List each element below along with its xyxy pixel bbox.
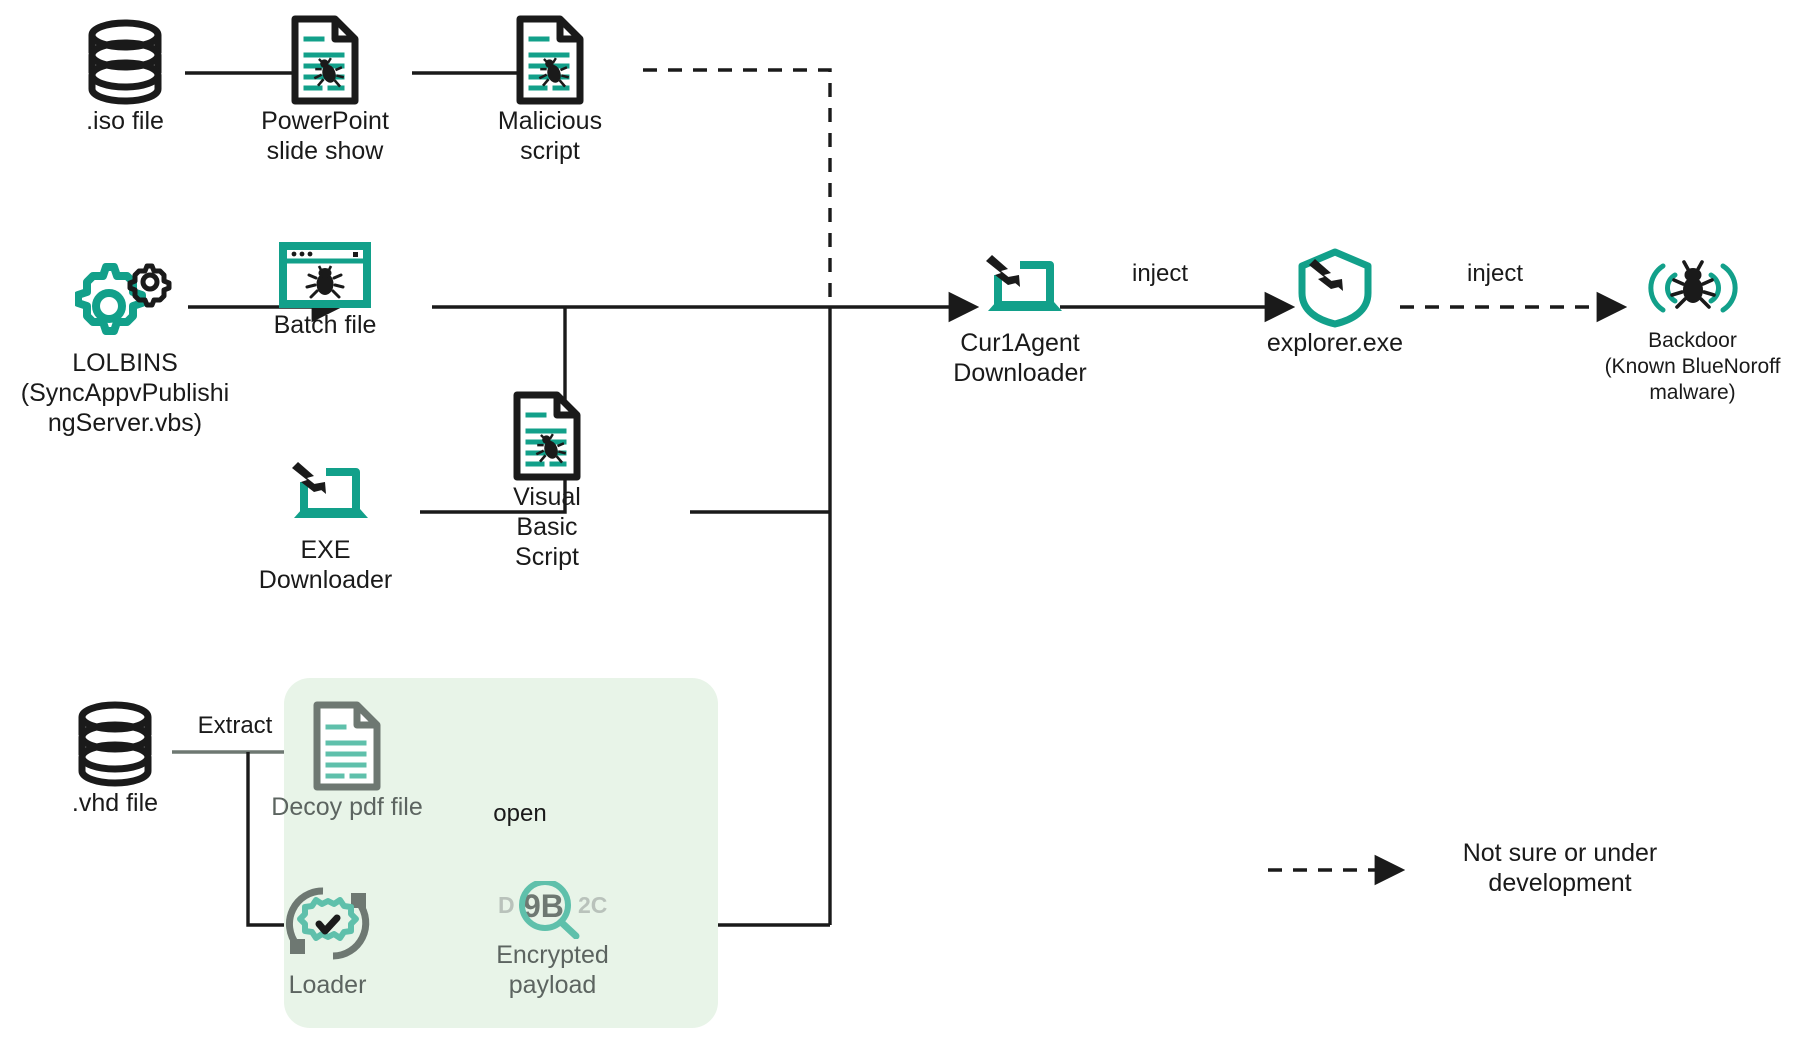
edge-label-inject-2: inject [1466,260,1524,287]
node-loader-label: Loader [288,971,367,999]
edge-label-extract: Extract [197,712,273,739]
node-vbs-label: Visual Basic Script [513,483,581,571]
node-powerpoint-label: PowerPoint slide show [261,107,389,165]
hex-magnifier-icon: D 2C 9B [480,880,625,940]
node-explorer-label: explorer.exe [1266,329,1404,357]
legend: Not sure or under development [1400,838,1720,898]
node-cur1agent: Cur1Agent Downloader [945,248,1095,388]
gears-icon [20,258,230,348]
laptop-download-icon [945,248,1095,328]
node-iso-file: .iso file [60,18,190,136]
node-exe-downloader-label: EXE Downloader [258,536,393,594]
edge-script-to-trunk-dashed [643,68,832,300]
legend-label: Not sure or under development [1462,839,1658,897]
node-encrypted-payload-label: Encrypted payload [496,941,609,999]
node-exe-downloader: EXE Downloader [258,455,393,595]
node-lolbins-label: LOLBINS (SyncAppvPublishi ngServer.vbs) [20,349,230,437]
shield-download-icon [1255,248,1415,328]
node-encrypted-payload: D 2C 9B Encrypted payload [480,880,625,1000]
node-batch-file: Batch file [260,240,390,340]
node-vhd-file: .vhd file [50,700,180,818]
node-iso-file-label: .iso file [86,107,164,135]
node-backdoor-label: Backdoor (Known BlueNoroff malware) [1604,329,1781,404]
laptop-download-icon [258,455,393,535]
document-bug-icon [260,14,390,106]
node-malicious-script: Malicious script [485,14,615,166]
node-malicious-script-label: Malicious script [497,107,603,165]
node-explorer: explorer.exe [1255,248,1415,358]
browser-bug-icon [260,240,390,310]
hex-left-text: D [498,892,515,918]
document-bug-icon [485,14,615,106]
node-powerpoint: PowerPoint slide show [260,14,390,166]
database-icon [60,18,190,106]
node-cur1agent-label: Cur1Agent Downloader [953,329,1087,387]
node-lolbins: LOLBINS (SyncAppvPublishi ngServer.vbs) [20,258,230,438]
node-vhd-file-label: .vhd file [71,789,159,817]
node-vbs: Visual Basic Script [482,390,612,572]
node-batch-file-label: Batch file [273,311,377,339]
node-decoy-pdf-label: Decoy pdf file [271,793,423,821]
diagram-canvas: .iso file PowerPoint slide show Maliciou… [0,0,1808,1050]
node-backdoor: Backdoor (Known BlueNoroff malware) [1585,248,1800,406]
edge-label-inject-1: inject [1131,260,1189,287]
node-loader: Loader [265,876,390,1000]
refresh-check-icon [265,876,390,970]
database-icon [50,700,180,788]
hex-right-text: 2C [578,892,607,918]
bug-signal-icon [1585,248,1800,328]
document-bug-icon [482,390,612,482]
edge-label-open: open [493,800,547,827]
